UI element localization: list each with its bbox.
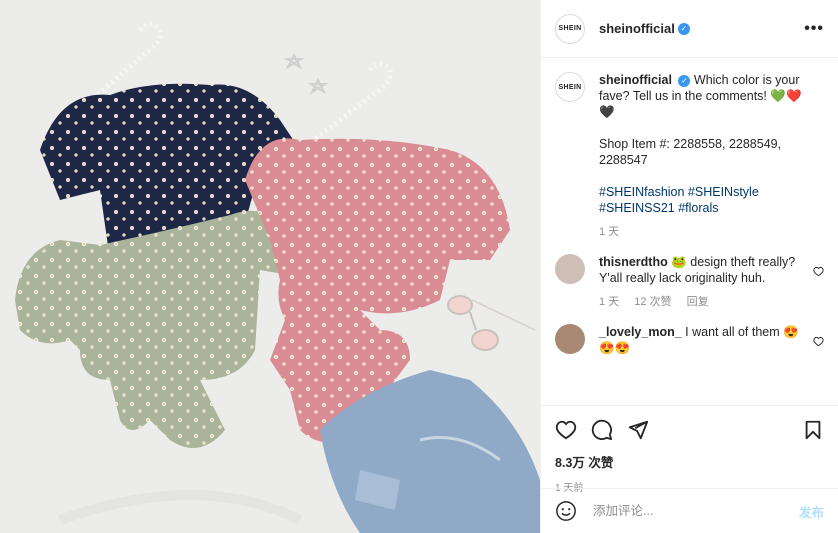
like-icon[interactable] [555,419,577,441]
comment-item: _lovely_mon_ I want all of them 😍😍😍 [555,324,824,356]
comment-time: 1 天 [599,296,620,308]
profile-username[interactable]: sheinofficial [599,21,675,36]
comment-username[interactable]: thisnerdtho [599,255,668,269]
commenter-avatar[interactable] [555,254,585,284]
profile-avatar[interactable]: SHEIN [555,13,585,44]
post-sidebar: SHEIN sheinofficial ✓ ••• SHEIN sheinoff… [540,0,838,533]
caption-shop-items: Shop Item #: 2288558, 2288549, 2288547 [599,137,782,167]
caption-avatar[interactable]: SHEIN [555,72,585,102]
post-comment-button[interactable]: 发布 [799,502,824,521]
caption-hashtags[interactable]: #SHEINfashion #SHEINstyle #SHEINSS21 #fl… [599,184,809,216]
likes-count[interactable]: 8.3万 次赞 [555,452,824,471]
verified-badge-icon: ✓ [678,74,691,87]
save-bookmark-icon[interactable] [802,419,824,441]
caption: SHEIN sheinofficial ✓ Which color is you… [555,72,824,240]
comments-list[interactable]: SHEIN sheinofficial ✓ Which color is you… [541,58,838,405]
comment-username[interactable]: _lovely_mon_ [599,325,682,339]
post-dialog: SHEIN sheinofficial ✓ ••• SHEIN sheinoff… [0,0,838,533]
comment-item: thisnerdtho 🐸 design theft really? Y'all… [555,254,824,310]
post-image [0,0,540,533]
share-icon[interactable] [627,419,649,441]
comment-likes[interactable]: 12 次赞 [634,296,671,308]
comment-input[interactable] [591,503,799,519]
commenter-avatar[interactable] [555,324,585,354]
reply-button[interactable]: 回复 [687,296,709,308]
add-comment-bar: 发布 [541,488,838,533]
comment-icon[interactable] [591,419,613,441]
post-header: SHEIN sheinofficial ✓ ••• [541,0,838,58]
caption-time: 1 天 [599,226,620,238]
product-photo [0,0,540,533]
post-actions: 8.3万 次赞 1 天前 [541,405,838,494]
like-comment-icon[interactable] [813,336,824,347]
like-comment-icon[interactable] [813,266,824,277]
caption-username[interactable]: sheinofficial [599,73,672,87]
verified-badge-icon: ✓ [677,22,690,35]
more-options-icon[interactable]: ••• [804,20,824,38]
emoji-icon[interactable] [555,500,577,522]
